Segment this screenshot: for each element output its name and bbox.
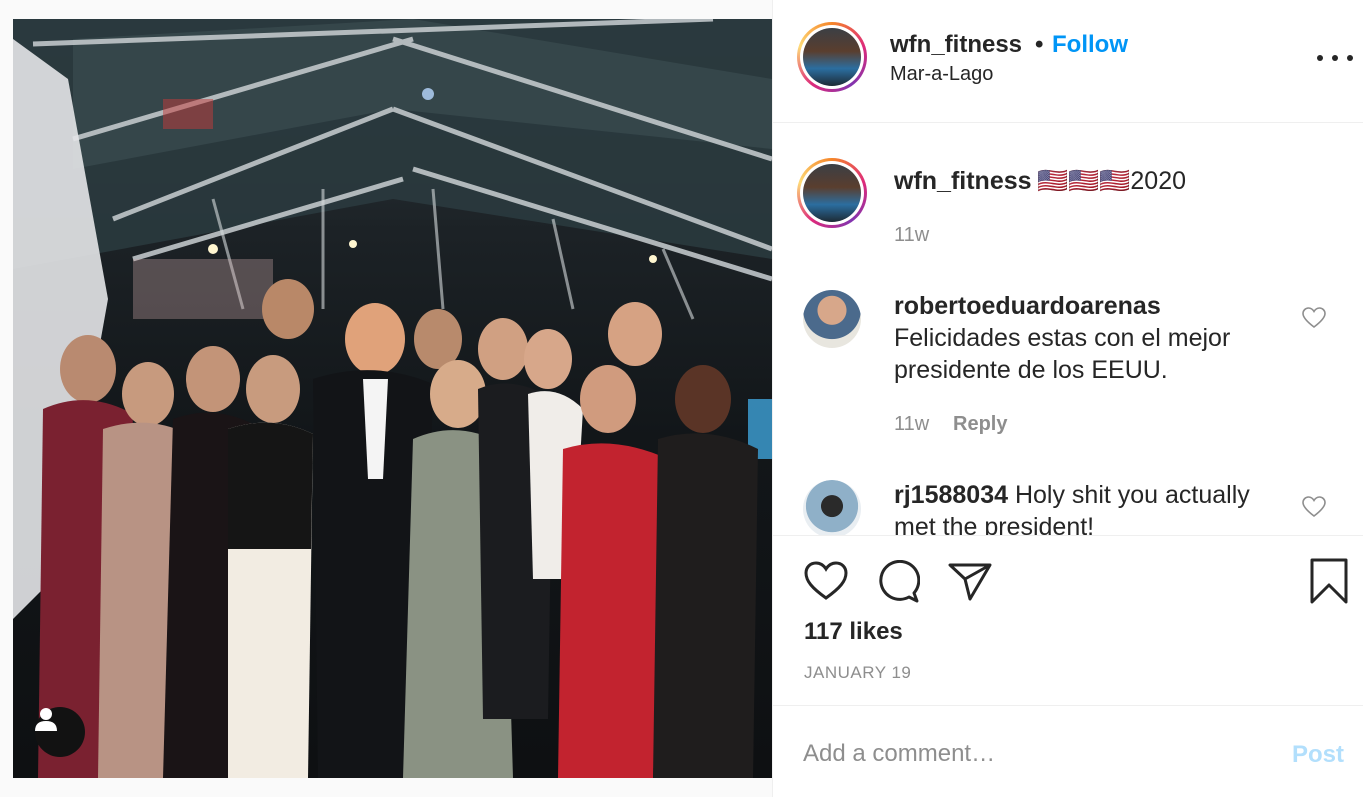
author-username[interactable]: wfn_fitness xyxy=(890,31,1022,59)
post-actions: 117 likes JANUARY 19 xyxy=(773,535,1363,705)
comment-like-heart-icon[interactable] xyxy=(1302,496,1326,518)
post-header: wfn_fitness • Follow Mar-a-Lago xyxy=(773,0,1363,123)
user-tag-button[interactable] xyxy=(35,707,85,757)
more-options-icon[interactable] xyxy=(1317,48,1353,68)
caption-author-avatar[interactable] xyxy=(797,158,867,228)
comment-avatar[interactable] xyxy=(803,480,861,535)
comment-time[interactable]: 11w xyxy=(894,413,929,436)
caption-username[interactable]: wfn_fitness xyxy=(894,167,1032,196)
reply-button[interactable]: Reply xyxy=(953,413,1007,436)
follow-button[interactable]: Follow xyxy=(1052,31,1128,59)
caption-text: 🇺🇸🇺🇸🇺🇸2020 xyxy=(1037,167,1186,195)
separator-dot: • xyxy=(1035,31,1044,58)
add-comment-bar: Post xyxy=(773,705,1363,797)
comments-list[interactable]: wfn_fitness 🇺🇸🇺🇸🇺🇸2020 11w robertoeduard… xyxy=(773,123,1363,535)
comment-item: rj1588034 Holy shit you actually met the… xyxy=(894,479,1284,535)
comment-avatar[interactable] xyxy=(803,290,861,348)
likes-count[interactable]: 117 likes xyxy=(804,618,903,646)
comment-bubble-icon[interactable] xyxy=(876,560,920,604)
comment-text: Felicidades estas con el mejor president… xyxy=(894,324,1231,384)
paper-plane-icon[interactable] xyxy=(948,561,992,601)
user-tag-icon xyxy=(35,708,57,731)
bookmark-icon[interactable] xyxy=(1309,558,1349,604)
post-side-panel: wfn_fitness • Follow Mar-a-Lago wfn_fitn… xyxy=(772,0,1363,797)
post-date[interactable]: JANUARY 19 xyxy=(804,663,911,683)
comment-input[interactable] xyxy=(803,736,1263,772)
comment-username[interactable]: rj1588034 xyxy=(894,481,1015,509)
comment-item: robertoeduardoarenas Felicidades estas c… xyxy=(894,290,1284,386)
caption-time[interactable]: 11w xyxy=(894,224,929,247)
photo-scene xyxy=(13,19,772,778)
comment-username[interactable]: robertoeduardoarenas xyxy=(894,290,1284,322)
heart-icon[interactable] xyxy=(804,561,848,601)
location-link[interactable]: Mar-a-Lago xyxy=(890,63,993,86)
post-photo[interactable] xyxy=(13,19,772,778)
author-avatar[interactable] xyxy=(797,22,867,92)
comment-like-heart-icon[interactable] xyxy=(1302,307,1326,329)
post-comment-button[interactable]: Post xyxy=(1292,741,1344,769)
